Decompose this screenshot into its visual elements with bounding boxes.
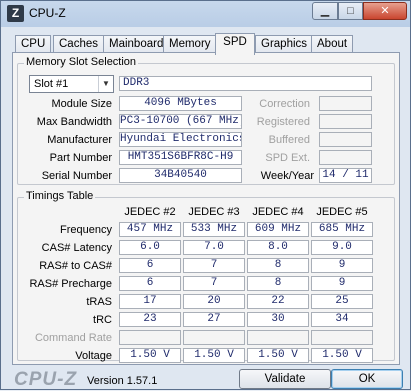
col-jedec-5: JEDEC #5 — [316, 206, 368, 218]
frequency-jedec-3: 533 MHz — [183, 222, 245, 237]
ras-to-cas-jedec-5: 9 — [311, 258, 373, 273]
correction-label: Correction — [259, 98, 310, 110]
frequency-jedec-5: 685 MHz — [311, 222, 373, 237]
serial-number-value: 34B40540 — [119, 168, 242, 183]
minimize-icon: ▁ — [320, 5, 330, 17]
close-button[interactable]: ✕ — [363, 2, 407, 20]
tras-jedec-2: 17 — [119, 294, 181, 309]
manufacturer-value: Hyundai Electronics — [119, 132, 242, 147]
command-rate-jedec-2 — [119, 330, 181, 345]
timings-group-title: Timings Table — [24, 190, 96, 202]
ras-precharge-jedec-4: 8 — [247, 276, 309, 291]
part-number-label: Part Number — [49, 152, 112, 164]
ras-precharge-jedec-2: 6 — [119, 276, 181, 291]
week-year-value: 14 / 11 — [319, 168, 372, 183]
cpuz-logo: CPU-Z — [14, 369, 78, 390]
frequency-jedec-2: 457 MHz — [119, 222, 181, 237]
module-size-value: 4096 MBytes — [119, 96, 242, 111]
manufacturer-label: Manufacturer — [47, 134, 112, 146]
ras-precharge-jedec-3: 7 — [183, 276, 245, 291]
frequency-label: Frequency — [60, 224, 112, 236]
command-rate-label: Command Rate — [34, 332, 112, 344]
window-title: CPU-Z — [29, 6, 66, 20]
frequency-jedec-4: 609 MHz — [247, 222, 309, 237]
maximize-icon: □ — [347, 5, 354, 17]
voltage-label: Voltage — [75, 350, 112, 362]
voltage-jedec-4: 1.50 V — [247, 348, 309, 363]
ras-to-cas-jedec-3: 7 — [183, 258, 245, 273]
serial-number-label: Serial Number — [41, 170, 112, 182]
module-size-label: Module Size — [51, 98, 112, 110]
ras-precharge-label: RAS# Precharge — [29, 278, 112, 290]
registered-value — [319, 114, 372, 129]
cas-latency-jedec-4: 8.0 — [247, 240, 309, 255]
trc-label: tRC — [93, 314, 112, 326]
cpuz-window: Z CPU-Z ▁ □ ✕ CPU Caches Mainboard Memor… — [0, 0, 411, 390]
ras-precharge-jedec-5: 9 — [311, 276, 373, 291]
col-jedec-4: JEDEC #4 — [252, 206, 304, 218]
tab-spd[interactable]: SPD — [215, 33, 255, 55]
buffered-label: Buffered — [268, 134, 310, 146]
spd-ext-label: SPD Ext. — [265, 152, 310, 164]
tras-jedec-5: 25 — [311, 294, 373, 309]
version-text: Version 1.57.1 — [87, 375, 158, 387]
col-jedec-2: JEDEC #2 — [124, 206, 176, 218]
memory-slot-group-title: Memory Slot Selection — [24, 56, 139, 68]
close-icon: ✕ — [380, 5, 390, 17]
chevron-down-icon: ▼ — [98, 76, 113, 92]
maximize-button[interactable]: □ — [338, 2, 363, 20]
voltage-jedec-2: 1.50 V — [119, 348, 181, 363]
cas-latency-jedec-5: 9.0 — [311, 240, 373, 255]
trc-jedec-2: 23 — [119, 312, 181, 327]
app-icon: Z — [7, 5, 24, 22]
tras-jedec-4: 22 — [247, 294, 309, 309]
col-jedec-3: JEDEC #3 — [188, 206, 240, 218]
max-bandwidth-label: Max Bandwidth — [36, 116, 112, 128]
part-number-value: HMT351S6BFR8C-H9 — [119, 150, 242, 165]
memory-type-field: DDR3 — [119, 76, 372, 91]
tras-label: tRAS — [86, 296, 112, 308]
cas-latency-jedec-2: 6.0 — [119, 240, 181, 255]
voltage-jedec-5: 1.50 V — [311, 348, 373, 363]
trc-jedec-3: 27 — [183, 312, 245, 327]
correction-value — [319, 96, 372, 111]
memory-slot-group: Memory Slot Selection Slot #1 ▼ DDR3 Mod… — [17, 56, 395, 185]
registered-label: Registered — [256, 116, 310, 128]
command-rate-jedec-3 — [183, 330, 245, 345]
minimize-button[interactable]: ▁ — [312, 2, 338, 20]
command-rate-jedec-4 — [247, 330, 309, 345]
validate-button[interactable]: Validate — [239, 369, 331, 389]
trc-jedec-4: 30 — [247, 312, 309, 327]
slot-select-value: Slot #1 — [34, 78, 69, 90]
command-rate-jedec-5 — [311, 330, 373, 345]
timings-group: Timings Table JEDEC #2 JEDEC #3 JEDEC #4… — [17, 190, 395, 363]
max-bandwidth-value: PC3-10700 (667 MHz) — [119, 114, 242, 129]
spd-panel: Memory Slot Selection Slot #1 ▼ DDR3 Mod… — [12, 52, 400, 365]
cas-latency-jedec-3: 7.0 — [183, 240, 245, 255]
title-bar[interactable]: Z CPU-Z ▁ □ ✕ — [1, 1, 410, 27]
voltage-jedec-3: 1.50 V — [183, 348, 245, 363]
cas-latency-label: CAS# Latency — [41, 242, 112, 254]
ok-button[interactable]: OK — [331, 369, 403, 389]
tras-jedec-3: 20 — [183, 294, 245, 309]
ras-to-cas-jedec-2: 6 — [119, 258, 181, 273]
ras-to-cas-label: RAS# to CAS# — [39, 260, 112, 272]
buffered-value — [319, 132, 372, 147]
spd-ext-value — [319, 150, 372, 165]
trc-jedec-5: 34 — [311, 312, 373, 327]
slot-select[interactable]: Slot #1 ▼ — [29, 75, 114, 93]
week-year-label: Week/Year — [260, 170, 314, 182]
ras-to-cas-jedec-4: 8 — [247, 258, 309, 273]
